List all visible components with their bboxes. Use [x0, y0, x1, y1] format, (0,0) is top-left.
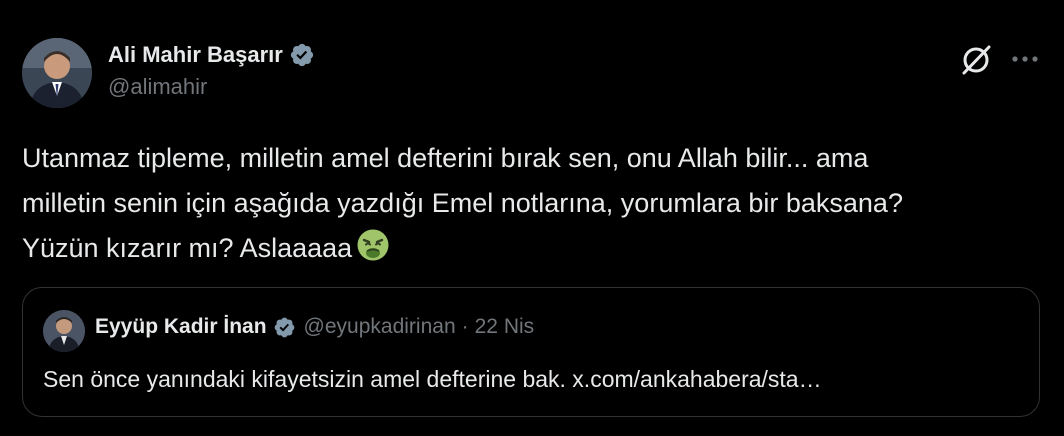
tweet-text-block: Utanmaz tipleme, milletin amel defterini… [22, 136, 1052, 271]
quoted-author-avatar[interactable] [43, 310, 85, 352]
quoted-tweet[interactable]: Eyyüp Kadir İnan @eyupkadirinan · 22 Nis… [22, 287, 1040, 417]
quoted-tweet-text: Sen önce yanındaki kifayetsizin amel def… [43, 366, 822, 392]
nauseated-face-icon [357, 229, 389, 261]
grok-icon[interactable] [958, 42, 994, 78]
quoted-author-handle[interactable]: @eyupkadirinan [304, 315, 456, 339]
verified-badge-icon [274, 317, 294, 337]
tweet[interactable]: Ali Mahir Başarır @alimahir Utanmaz tipl… [0, 0, 1064, 436]
author-avatar[interactable] [22, 38, 92, 108]
more-icon[interactable] [1010, 54, 1040, 64]
quoted-header: Eyyüp Kadir İnan @eyupkadirinan · 22 Nis [95, 315, 534, 339]
tweet-text: Utanmaz tipleme, milletin amel defterini… [22, 143, 903, 263]
author-block: Ali Mahir Başarır @alimahir [108, 40, 315, 100]
quoted-author-name[interactable]: Eyyüp Kadir İnan [95, 315, 267, 339]
author-handle[interactable]: @alimahir [108, 74, 315, 100]
quoted-date[interactable]: 22 Nis [475, 315, 535, 339]
verified-badge-icon [290, 43, 313, 67]
author-name[interactable]: Ali Mahir Başarır [108, 42, 283, 68]
separator-dot: · [461, 315, 469, 338]
